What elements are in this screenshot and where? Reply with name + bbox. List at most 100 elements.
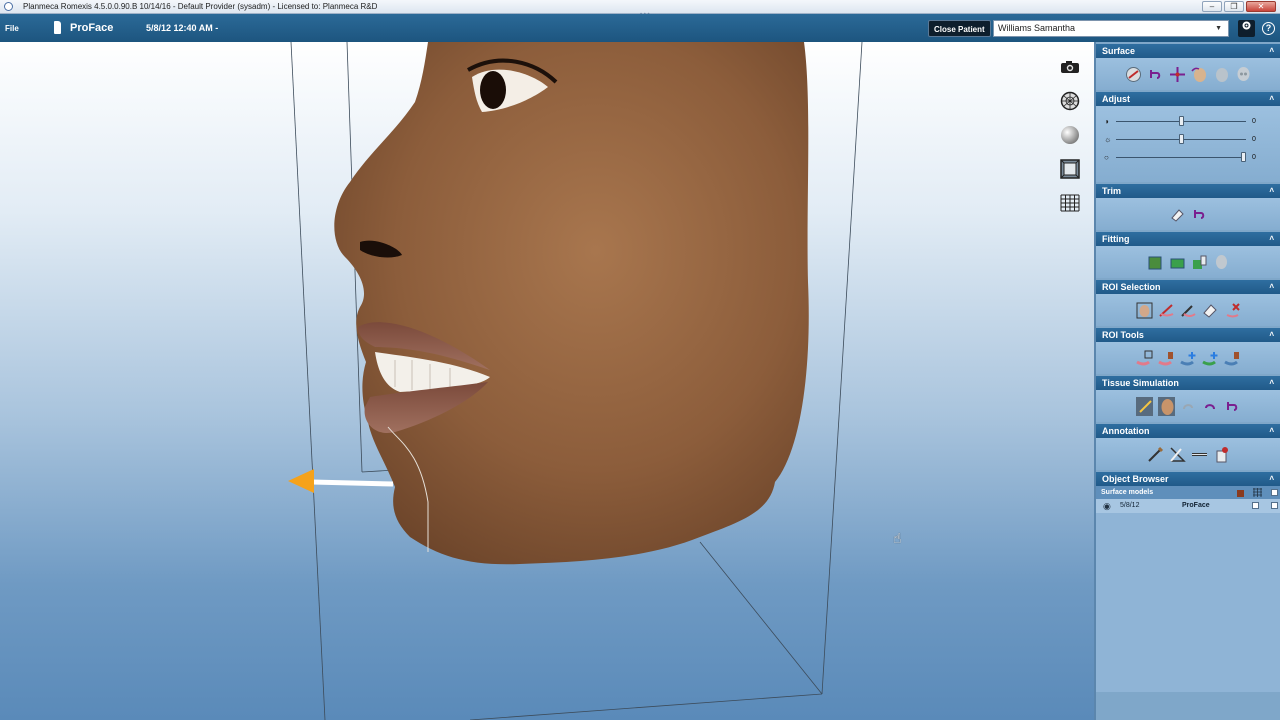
face-rotate-icon[interactable] [1190, 66, 1208, 83]
annotation-delete-icon[interactable] [1213, 446, 1230, 463]
study-date-label: 5/8/12 12:40 AM - [146, 23, 219, 33]
help-icon[interactable]: ? [1260, 20, 1277, 37]
slider-thumb[interactable] [1241, 151, 1246, 162]
table-icon[interactable] [1253, 488, 1262, 497]
section-roi-tools[interactable]: ROI Tools ˄ [1096, 328, 1280, 342]
restore-button[interactable]: ❐ [1224, 1, 1244, 12]
brightness-slider[interactable]: ☼ 0 [1104, 130, 1272, 148]
roi-delete-icon[interactable] [1157, 350, 1175, 367]
surface-tools [1096, 58, 1280, 90]
patient-name: Williams Samantha [998, 23, 1076, 33]
undo-icon[interactable] [1202, 398, 1219, 415]
chevron-down-icon: ▼ [1215, 25, 1222, 32]
roi-selection-tools [1096, 294, 1280, 326]
fit-align-icon[interactable] [1191, 254, 1208, 271]
hand-cursor-icon: ☝ [893, 530, 902, 546]
redo-gray-icon[interactable] [1180, 398, 1197, 415]
face-surface [334, 42, 809, 565]
model-date: 5/8/12 [1120, 502, 1140, 509]
slider-track[interactable] [1116, 115, 1246, 126]
shaded-sphere-icon[interactable] [1059, 124, 1081, 145]
roi-grid-icon[interactable] [1135, 350, 1153, 367]
grid-icon[interactable] [1059, 192, 1081, 213]
reset-icon[interactable] [1224, 398, 1241, 415]
surface-open-icon[interactable] [1125, 66, 1142, 83]
trim-tools [1096, 198, 1280, 230]
brush-select-icon[interactable] [1180, 302, 1197, 319]
undo-icon[interactable] [1191, 206, 1208, 223]
object-browser-header: Surface models [1096, 486, 1280, 499]
eraser-icon[interactable] [1202, 302, 1219, 319]
file-menu[interactable]: File [5, 24, 19, 33]
model-select-checkbox[interactable] [1271, 502, 1278, 509]
patient-select[interactable]: Williams Samantha ▼ [993, 20, 1229, 37]
section-roi-selection[interactable]: ROI Selection ˄ [1096, 280, 1280, 294]
contrast-slider[interactable]: ◑ 0 [1104, 112, 1272, 130]
section-tissue-simulation[interactable]: Tissue Simulation ˄ [1096, 376, 1280, 390]
skull-icon[interactable] [1213, 254, 1230, 271]
collapse-icon[interactable]: ˄ [1269, 280, 1274, 294]
measure-icon[interactable] [1191, 446, 1208, 463]
slider-thumb[interactable] [1179, 133, 1184, 144]
slider-track[interactable] [1116, 151, 1246, 162]
model-name: ProFace [1182, 502, 1210, 509]
section-annotation[interactable]: Annotation ˄ [1096, 424, 1280, 438]
eraser-icon[interactable] [1169, 206, 1186, 223]
collapse-icon[interactable]: ˄ [1269, 472, 1274, 486]
3d-viewport[interactable]: ☝ [0, 42, 1094, 720]
fit-volume-icon[interactable] [1147, 254, 1164, 271]
section-fitting[interactable]: Fitting ˄ [1096, 232, 1280, 246]
section-surface[interactable]: Surface ˄ [1096, 44, 1280, 58]
fitting-tools [1096, 246, 1280, 278]
select-all-checkbox[interactable] [1271, 489, 1278, 496]
tissue-move-icon[interactable] [1135, 396, 1153, 416]
fit-green-icon[interactable] [1169, 254, 1186, 271]
camera-icon[interactable] [1059, 56, 1081, 77]
collapse-icon[interactable]: ˄ [1269, 184, 1274, 198]
angle-icon[interactable] [1169, 446, 1186, 463]
tissue-face-icon[interactable] [1157, 396, 1175, 416]
collapse-icon[interactable]: ˄ [1269, 232, 1274, 246]
clear-selection-icon[interactable] [1224, 302, 1241, 319]
list-item[interactable]: ◉ 5/8/12 ProFace [1096, 499, 1280, 513]
collapse-icon[interactable]: ˄ [1269, 424, 1274, 438]
roi-trash-icon[interactable] [1223, 350, 1241, 367]
pen-icon[interactable] [1147, 446, 1164, 463]
slider-thumb[interactable] [1179, 115, 1184, 126]
section-object-browser[interactable]: Object Browser ˄ [1096, 472, 1280, 486]
close-patient-button[interactable]: Close Patient [928, 20, 991, 37]
section-trim[interactable]: Trim ˄ [1096, 184, 1280, 198]
app-logo-icon [4, 2, 13, 11]
bounding-box-icon[interactable] [1059, 158, 1081, 179]
close-window-button[interactable]: ✕ [1246, 1, 1276, 12]
settings-icon[interactable] [1238, 20, 1255, 37]
brightness-icon: ☼ [1104, 134, 1112, 144]
opacity-icon: ○ [1104, 152, 1109, 162]
section-adjust[interactable]: Adjust ˄ [1096, 92, 1280, 106]
trash-icon[interactable] [1236, 488, 1245, 497]
eye-icon[interactable]: ◉ [1103, 499, 1111, 513]
roi-add-green-icon[interactable] [1201, 350, 1219, 367]
module-name: ProFace [70, 22, 114, 34]
module-icon [54, 21, 61, 34]
collapse-icon[interactable]: ˄ [1269, 328, 1274, 342]
undo-icon[interactable] [1147, 66, 1164, 83]
tissue-simulation-tools [1096, 390, 1280, 422]
window-controls: – ❐ ✕ [1202, 1, 1276, 12]
orange-arrow-marker[interactable] [288, 469, 394, 493]
collapse-icon[interactable]: ˄ [1269, 92, 1274, 106]
face-gray-icon[interactable] [1213, 66, 1230, 83]
skull-icon[interactable] [1235, 66, 1252, 83]
collapse-icon[interactable]: ˄ [1269, 44, 1274, 58]
tools-panel: Surface ˄ Adjust ˄ ◑ 0 ☼ 0 ○ 0 Trim ˄ Fi… [1094, 42, 1280, 720]
model-checkbox[interactable] [1252, 502, 1259, 509]
wireframe-sphere-icon[interactable] [1059, 90, 1081, 111]
collapse-icon[interactable]: ˄ [1269, 376, 1274, 390]
lasso-icon[interactable] [1158, 302, 1175, 319]
opacity-slider[interactable]: ○ 0 [1104, 148, 1272, 166]
move-icon[interactable] [1169, 66, 1186, 83]
slider-track[interactable] [1116, 133, 1246, 144]
minimize-button[interactable]: – [1202, 1, 1222, 12]
roi-add-icon[interactable] [1179, 350, 1197, 367]
select-face-icon[interactable] [1136, 302, 1153, 319]
